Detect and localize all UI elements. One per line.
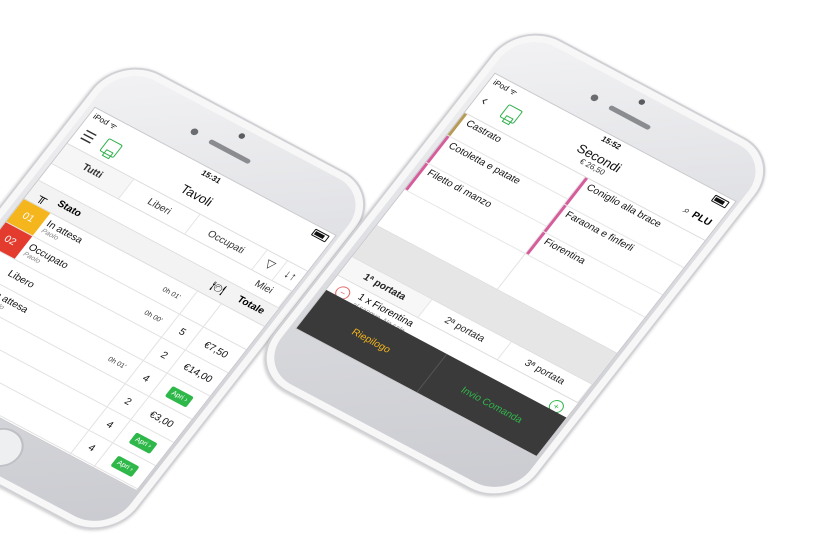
apri-button[interactable]: Apri › — [164, 385, 195, 408]
phone-order: iPod ᯤ 15:52 ‹ Secondi € 26,50 ⌕ PLU Cas… — [244, 18, 785, 511]
apri-button[interactable]: Apri › — [110, 454, 141, 477]
apri-button[interactable]: Apri › — [128, 431, 159, 454]
